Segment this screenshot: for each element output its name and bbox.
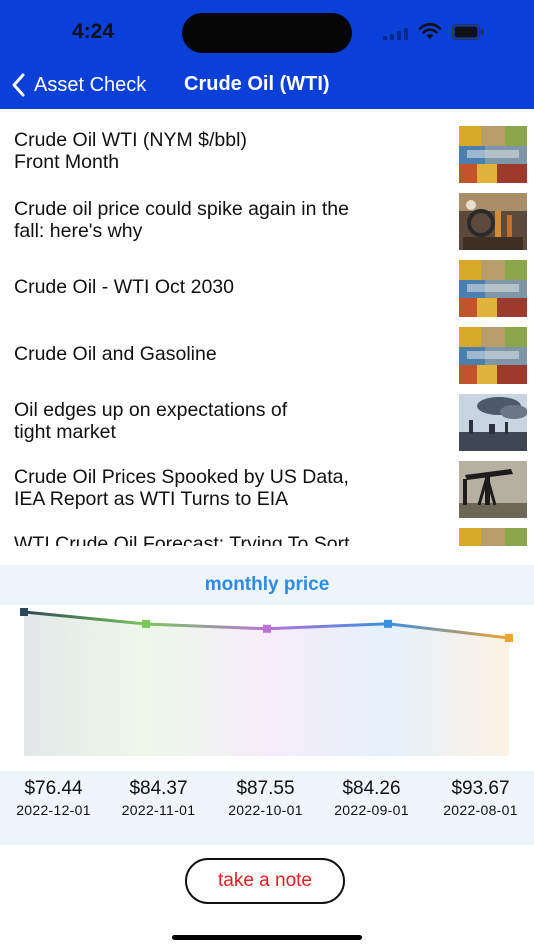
news-thumbnail [459,193,527,250]
price-value: $87.55 [236,778,295,799]
news-thumbnail [459,528,527,546]
price-date: 2022-09-01 [334,802,409,818]
price-cell: $84.26 2022-09-01 [318,771,425,818]
chart-point [142,619,150,628]
news-title: Crude Oil Prices Spooked by US Data, IEA… [14,466,434,510]
chart-point [20,608,28,616]
news-title-line: Crude Oil WTI (NYM $/bbl) [14,129,247,151]
price-date: 2022-08-01 [443,802,518,818]
back-button[interactable]: Asset Check [10,70,146,100]
price-chart-svg [20,608,513,756]
battery-icon [452,24,484,40]
price-date: 2022-10-01 [228,802,303,818]
news-title: Oil edges up on expectations of tight ma… [14,399,434,443]
news-title-line: Crude Oil and Gasoline [14,343,217,365]
news-title: Crude oil price could spike again in the… [14,198,434,242]
price-value: $93.67 [451,778,510,799]
news-item[interactable]: Crude Oil and Gasoline [0,327,534,387]
chart-point [263,624,271,633]
refinery-smoke-image [459,394,527,451]
news-list: Crude Oil WTI (NYM $/bbl) Front Month Cr… [0,117,534,546]
news-thumbnail [459,461,527,518]
news-thumbnail [459,260,527,317]
news-title: Crude Oil WTI (NYM $/bbl) Front Month [14,129,434,173]
news-thumbnail [459,394,527,451]
news-item[interactable]: Oil edges up on expectations of tight ma… [0,394,534,454]
price-chart [0,605,534,771]
oil-pump-jack-image [459,461,527,518]
status-time: 4:24 [72,20,115,43]
price-value: $84.37 [129,778,188,799]
news-title-line: tight market [14,421,116,443]
news-title-line: fall: here's why [14,220,143,242]
price-cell: $84.37 2022-11-01 [105,771,212,818]
price-value: $84.26 [342,778,401,799]
news-thumbnail [459,126,527,183]
price-cell: $76.44 2022-12-01 [0,771,107,818]
refinery-workers-image [459,193,527,250]
app-screen: 4:24 Asset Check Crude Oil (WTI) Crude O… [0,0,534,950]
price-cell: $87.55 2022-10-01 [212,771,319,818]
price-value: $76.44 [24,778,83,799]
home-indicator [172,935,362,940]
news-title-line: Oil edges up on expectations of [14,399,288,421]
take-note-label: take a note [217,870,313,891]
news-title-line: Crude Oil Prices Spooked by US Data, [14,466,349,488]
price-date: 2022-11-01 [121,802,196,818]
news-title-line: WTI Crude Oil Forecast: Trying To Sort [14,533,350,546]
news-item[interactable]: Crude Oil - WTI Oct 2030 [0,260,534,320]
price-date: 2022-12-01 [16,802,91,818]
commodities-collage-image [459,260,527,317]
commodities-collage-image [459,528,527,546]
price-cell: $93.67 2022-08-01 [427,771,534,818]
news-item[interactable]: Crude Oil WTI (NYM $/bbl) Front Month [0,126,534,186]
news-title-line: Front Month [14,151,120,173]
commodities-collage-image [459,126,527,183]
chart-header: monthly price [0,565,534,605]
news-title: Crude Oil and Gasoline [14,343,434,365]
commodities-collage-image [459,327,527,384]
dynamic-island [182,13,352,53]
news-title: WTI Crude Oil Forecast: Trying To Sort [14,533,434,546]
chart-title: monthly price [204,574,330,595]
news-thumbnail [459,327,527,384]
wifi-icon [418,23,442,39]
news-item[interactable]: WTI Crude Oil Forecast: Trying To Sort [0,528,534,546]
price-labels: $76.44 2022-12-01 $84.37 2022-11-01 $87.… [0,771,534,845]
news-title: Crude Oil - WTI Oct 2030 [14,276,434,298]
page-title: Crude Oil (WTI) [184,73,330,95]
news-title-line: Crude Oil - WTI Oct 2030 [14,276,234,298]
back-button-label: Asset Check [34,73,147,96]
news-title-line: IEA Report as WTI Turns to EIA [14,488,289,510]
chart-area-fill [24,612,509,756]
chart-point [505,634,513,642]
chart-point [384,619,392,628]
cellular-signal-icon [383,28,413,40]
header: 4:24 Asset Check Crude Oil (WTI) [0,0,534,109]
news-item[interactable]: Crude Oil Prices Spooked by US Data, IEA… [0,461,534,521]
take-note-button[interactable]: take a note [185,858,345,904]
news-item[interactable]: Crude oil price could spike again in the… [0,193,534,253]
news-title-line: Crude oil price could spike again in the [14,198,349,220]
chevron-left-icon [12,73,25,97]
